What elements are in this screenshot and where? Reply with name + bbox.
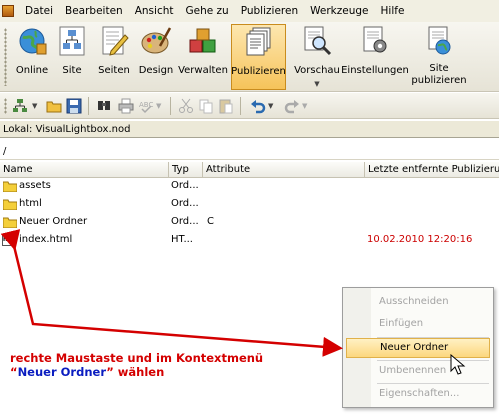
annotation-line1: rechte Maustaste und im Kontextmenü: [10, 351, 264, 365]
annotation-rest: wählen: [113, 365, 165, 379]
annotation-quote-open: “: [10, 365, 18, 379]
annotation-term: Neuer Ordner: [17, 365, 107, 379]
annotation-quote-close: ”: [106, 365, 114, 379]
red-arrow: [0, 229, 343, 357]
annotation-line2: “Neuer Ordner” wählen: [10, 365, 263, 379]
instruction-annotation: rechte Maustaste und im Kontextmenü “Neu…: [10, 351, 263, 379]
mouse-cursor-icon: [450, 354, 466, 375]
